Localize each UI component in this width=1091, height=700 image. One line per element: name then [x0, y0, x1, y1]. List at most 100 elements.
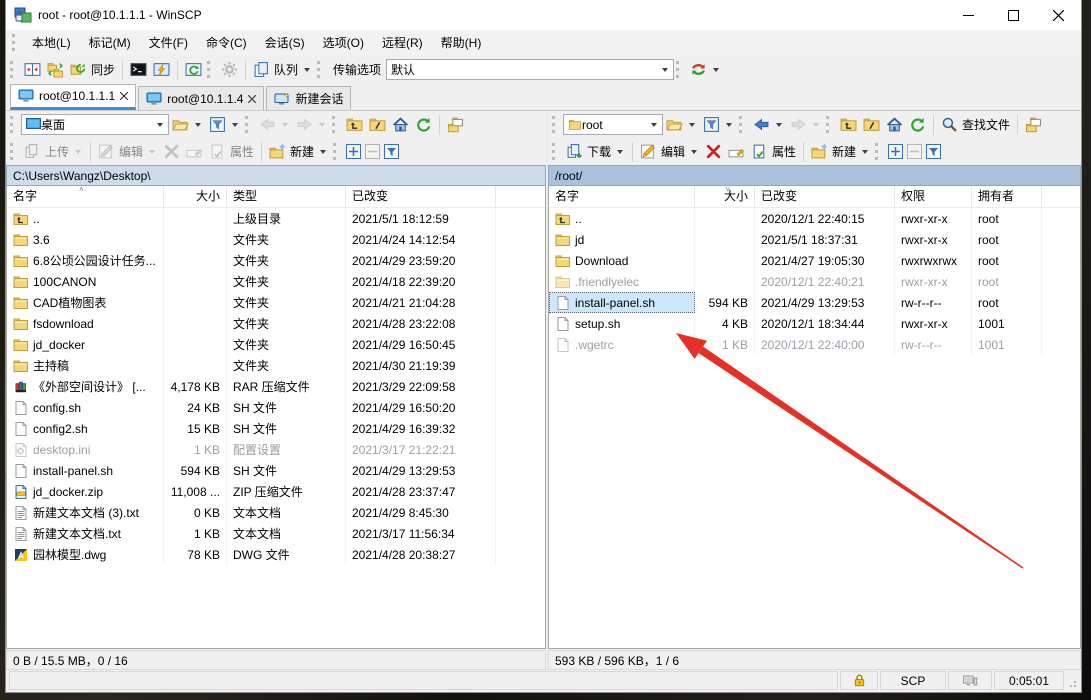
file-row[interactable]: .. 2020/12/1 22:40:15 rwxr-xr-x root: [549, 208, 1080, 229]
column-header-changed[interactable]: 已改变: [755, 186, 895, 207]
remote-symlink-button[interactable]: [1022, 114, 1045, 135]
tab-close-icon[interactable]: [248, 95, 256, 103]
local-select-filter-button[interactable]: [384, 144, 399, 159]
file-row[interactable]: 100CANON 文件夹 2021/4/18 22:39:20: [7, 271, 545, 292]
file-row[interactable]: .friendlyelec 2020/12/1 22:40:21 rwxr-xr…: [549, 271, 1080, 292]
remote-forward-button[interactable]: [787, 114, 824, 135]
maximize-button[interactable]: [991, 0, 1036, 30]
file-row[interactable]: 新建文本文档 (3).txt 0 KB 文本文档 2021/4/29 8:45:…: [7, 502, 545, 523]
file-row[interactable]: 新建文本文档.txt 1 KB 文本文档 2021/3/17 11:56:34: [7, 523, 545, 544]
file-row[interactable]: jd 2021/5/1 18:37:31 rwxr-xr-x root: [549, 229, 1080, 250]
local-refresh-button[interactable]: [412, 114, 435, 135]
local-forward-button[interactable]: [293, 114, 330, 135]
local-new-button[interactable]: 新建: [266, 141, 331, 162]
close-button[interactable]: [1036, 0, 1081, 30]
remote-directory-dropdown[interactable]: [646, 115, 662, 134]
remote-path-bar[interactable]: /root/: [548, 165, 1081, 186]
local-drive-combobox[interactable]: 桌面: [21, 114, 169, 135]
local-root-directory-button[interactable]: [366, 114, 389, 135]
queue-button[interactable]: 队列: [250, 59, 315, 80]
file-row[interactable]: 园林模型.dwg 78 KB DWG 文件 2021/4/28 20:38:27: [7, 544, 545, 565]
resize-grip[interactable]: [1065, 671, 1079, 690]
column-header-changed[interactable]: 已改变: [346, 186, 496, 207]
queue-dropdown-arrow[interactable]: [304, 68, 310, 72]
menu-mark[interactable]: 标记(M): [80, 31, 140, 54]
swap-panels-button[interactable]: [21, 59, 44, 80]
file-row[interactable]: setup.sh 4 KB 2020/12/1 18:34:44 rwxr-xr…: [549, 313, 1080, 334]
tab-session-2[interactable]: root@10.1.1.4: [138, 86, 264, 110]
file-row[interactable]: install-panel.sh 594 KB 2021/4/29 13:29:…: [549, 292, 1080, 313]
file-row[interactable]: config2.sh 15 KB SH 文件 2021/4/29 16:39:3…: [7, 418, 545, 439]
local-new-dropdown-arrow[interactable]: [320, 150, 326, 154]
remote-open-directory-button[interactable]: [663, 114, 700, 135]
menu-file[interactable]: 文件(F): [140, 31, 197, 54]
remote-select-filter-button[interactable]: [926, 144, 941, 159]
column-header-permissions[interactable]: 权限: [895, 186, 972, 207]
local-edit-button[interactable]: 编辑: [95, 141, 160, 162]
remote-edit-button[interactable]: 编辑: [637, 141, 702, 162]
remote-delete-button[interactable]: [702, 141, 725, 162]
file-row[interactable]: .wgetrc 1 KB 2020/12/1 22:40:00 rw-r--r-…: [549, 334, 1080, 355]
menu-options[interactable]: 选项(O): [314, 31, 373, 54]
menu-remote[interactable]: 远程(R): [373, 31, 432, 54]
remote-filter-button[interactable]: [700, 114, 737, 135]
local-open-directory-button[interactable]: [169, 114, 206, 135]
local-select-remove-button[interactable]: [365, 144, 380, 159]
download-button[interactable]: 下载: [563, 141, 628, 162]
local-drive-dropdown[interactable]: [152, 115, 168, 134]
local-back-button[interactable]: [256, 114, 293, 135]
column-header-name[interactable]: ˄名字: [7, 186, 164, 207]
file-row[interactable]: config.sh 24 KB SH 文件 2021/4/29 16:50:20: [7, 397, 545, 418]
minimize-button[interactable]: [946, 0, 991, 30]
transfer-preset-dropdown[interactable]: [657, 60, 673, 79]
file-row[interactable]: install-panel.sh 594 KB SH 文件 2021/4/29 …: [7, 460, 545, 481]
synchronize-button[interactable]: 同步: [67, 59, 118, 80]
local-parent-directory-button[interactable]: [343, 114, 366, 135]
file-row[interactable]: .. 上级目录 2021/5/1 18:12:59: [7, 208, 545, 229]
file-row[interactable]: jd_docker 文件夹 2021/4/29 16:50:45: [7, 334, 545, 355]
console-button[interactable]: [127, 59, 150, 80]
remote-select-remove-button[interactable]: [907, 144, 922, 159]
remote-root-directory-button[interactable]: [860, 114, 883, 135]
sync-browsing-button[interactable]: [44, 59, 67, 80]
tab-new-session[interactable]: 新建会话: [266, 86, 351, 110]
local-rename-button[interactable]: [183, 141, 206, 162]
putty-button[interactable]: [150, 59, 173, 80]
upload-dropdown-arrow[interactable]: [75, 150, 81, 154]
file-row[interactable]: 6.8公顷公园设计任务... 文件夹 2021/4/29 23:59:20: [7, 250, 545, 271]
preferences-button[interactable]: [218, 59, 241, 80]
file-row[interactable]: 3.6 文件夹 2021/4/24 14:12:54: [7, 229, 545, 250]
transfer-preset-combobox[interactable]: 默认: [386, 59, 674, 80]
local-edit-dropdown-arrow[interactable]: [149, 150, 155, 154]
column-header-size[interactable]: 大小: [164, 186, 227, 207]
local-filter-button[interactable]: [206, 114, 243, 135]
remote-new-dropdown-arrow[interactable]: [862, 150, 868, 154]
remote-parent-directory-button[interactable]: [837, 114, 860, 135]
local-home-button[interactable]: [389, 114, 412, 135]
open-directory-dropdown-arrow[interactable]: [195, 123, 201, 127]
column-header-name[interactable]: 名字: [549, 186, 695, 207]
encryption-segment[interactable]: [840, 671, 878, 690]
menu-session[interactable]: 会话(S): [256, 31, 314, 54]
remote-edit-dropdown-arrow[interactable]: [691, 150, 697, 154]
protocol-segment[interactable]: SCP: [880, 671, 946, 690]
local-properties-button[interactable]: 属性: [206, 141, 257, 162]
transfer-settings-button[interactable]: [687, 59, 724, 80]
menu-local[interactable]: 本地(L): [23, 31, 80, 54]
local-delete-button[interactable]: [160, 141, 183, 162]
download-dropdown-arrow[interactable]: [617, 150, 623, 154]
refresh-session-button[interactable]: [182, 59, 205, 80]
remote-rename-button[interactable]: [725, 141, 748, 162]
upload-button[interactable]: 上传: [21, 141, 86, 162]
column-header-type[interactable]: 类型: [227, 186, 346, 207]
file-row[interactable]: 《外部空间设计》 [... 4,178 KB RAR 压缩文件 2021/3/2…: [7, 376, 545, 397]
remote-refresh-button[interactable]: [906, 114, 929, 135]
remote-properties-button[interactable]: 属性: [748, 141, 799, 162]
remote-back-button[interactable]: [750, 114, 787, 135]
forward-dropdown-arrow[interactable]: [813, 123, 819, 127]
file-row[interactable]: 主持稿 文件夹 2021/4/30 21:19:39: [7, 355, 545, 376]
forward-dropdown-arrow[interactable]: [319, 123, 325, 127]
connection-segment[interactable]: [948, 671, 992, 690]
column-header-size[interactable]: ˅大小: [695, 186, 755, 207]
back-dropdown-arrow[interactable]: [282, 123, 288, 127]
